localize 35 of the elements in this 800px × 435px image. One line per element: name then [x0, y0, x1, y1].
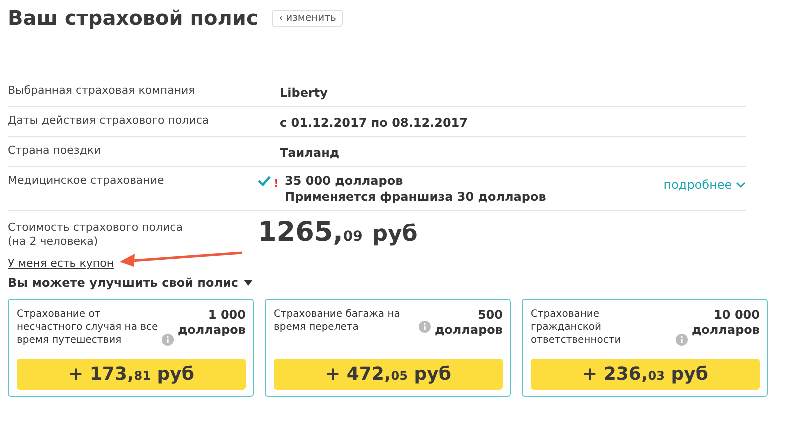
caret-icon — [244, 280, 253, 286]
add-option-button[interactable]: + 236,03 руб — [531, 359, 760, 390]
upgrade-heading[interactable]: Вы можете улучшить свой полис — [8, 276, 239, 290]
option-title: Страхование гражданской ответственности — [531, 308, 622, 347]
coverage-amount: 10 000 — [714, 308, 760, 323]
coupon-link[interactable]: У меня есть купон — [8, 257, 114, 270]
coverage-unit: долларов — [692, 323, 760, 338]
check-icon — [258, 176, 271, 186]
page-title: Ваш страховой полис — [8, 6, 258, 30]
add-option-button[interactable]: + 472,05 руб — [274, 359, 503, 390]
info-icon[interactable] — [162, 334, 174, 346]
option-title: Страхование от несчастного случая на все время путешествия — [17, 308, 159, 347]
option-title: Страхование багажа на время перелета — [274, 308, 402, 334]
add-option-button[interactable]: + 173,81 руб — [17, 359, 246, 390]
chevron-down-icon — [736, 182, 746, 189]
field-label: Страна поездки — [8, 144, 102, 159]
coverage-unit: долларов — [434, 323, 503, 338]
coverage-unit: долларов — [178, 323, 246, 338]
deductible-note: Применяется франшиза 30 долларов — [285, 190, 546, 204]
total-price: 1265,09 руб — [258, 217, 418, 249]
change-button[interactable]: ‹ изменить — [272, 10, 344, 26]
cost-label: (на 2 человека) — [8, 235, 100, 249]
field-value: 35 000 долларов — [285, 174, 404, 188]
field-label: Медицинское страхование — [8, 174, 166, 189]
field-label: Выбранная страховая компания — [8, 84, 196, 99]
field-value: с 01.12.2017 по 08.12.2017 — [280, 116, 468, 130]
warning-mark: ! — [274, 177, 280, 190]
info-icon[interactable] — [676, 334, 688, 346]
cost-label: Стоимость страхового полиса — [8, 221, 184, 235]
info-icon[interactable] — [419, 321, 431, 333]
coverage-amount: 500 — [478, 308, 503, 323]
field-label: Даты действия страхового полиса — [8, 114, 210, 129]
field-value: Таиланд — [280, 146, 340, 160]
field-value: Liberty — [280, 86, 328, 100]
coverage-amount: 1 000 — [208, 308, 246, 323]
